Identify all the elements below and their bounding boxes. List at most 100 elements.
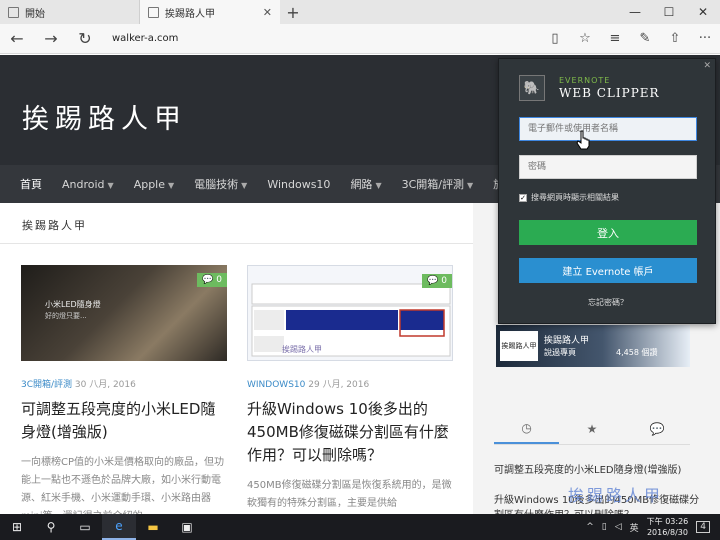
banner-title: 挨踢路人甲 <box>544 336 590 346</box>
close-icon[interactable]: ✕ <box>703 61 711 71</box>
forward-button[interactable]: → <box>34 24 68 54</box>
windows-taskbar: ⊞ ⚲ ▭ e ▬ ▣ ^ ▯ ◁ 英 下午 03:26 2016/8/30 4 <box>0 514 720 540</box>
tab-label: 開始 <box>25 8 45 20</box>
comment-count: 0 <box>216 275 222 285</box>
caret-down-icon: ▼ <box>466 181 474 190</box>
nav-label: Android <box>62 177 105 191</box>
post-category[interactable]: WINDOWS10 <box>247 380 305 390</box>
email-field[interactable] <box>519 117 697 141</box>
create-account-button[interactable]: 建立 Evernote 帳戶 <box>519 258 697 283</box>
more-icon[interactable]: ··· <box>690 31 720 46</box>
web-note-icon[interactable]: ✎ <box>630 31 660 46</box>
nav-item-apple[interactable]: Apple ▼ <box>134 178 174 191</box>
site-title[interactable]: 挨踢路人甲 <box>22 97 187 136</box>
file-explorer-icon[interactable]: ▬ <box>136 514 170 540</box>
refresh-button[interactable]: ↻ <box>68 24 102 54</box>
comment-icon: 💬 <box>202 275 214 285</box>
comment-count-badge[interactable]: 💬 0 <box>422 274 452 288</box>
caret-down-icon: ▼ <box>168 180 175 190</box>
search-icon[interactable]: ⚲ <box>34 514 68 540</box>
post-category[interactable]: 3C開箱/評測 <box>21 380 72 390</box>
nav-label: Apple <box>133 177 166 191</box>
nav-label: 3C開箱/評測 <box>401 178 464 191</box>
comments-tab-icon[interactable]: 💬 <box>625 413 690 444</box>
volume-icon[interactable]: ◁ <box>615 522 622 532</box>
nav-item-network[interactable]: 網路 ▼ <box>350 176 381 192</box>
related-results-checkbox[interactable]: ✓ <box>519 193 527 202</box>
clock-date: 2016/8/30 <box>646 528 688 537</box>
browser-tab-bar: 開始 挨踢路人甲 ✕ + — ☐ ✕ <box>0 0 720 24</box>
window-controls: — ☐ ✕ <box>618 0 720 24</box>
close-tab-icon[interactable]: ✕ <box>263 6 272 19</box>
tab-start[interactable]: 開始 <box>0 0 140 24</box>
evernote-elephant-icon: 🐘 <box>519 75 545 101</box>
main-content: 挨踢路人甲 小米LED隨身燈 好的燈只要... 💬 0 3C開箱/評測 30 八… <box>0 203 473 514</box>
post-title[interactable]: 可調整五段亮度的小米LED隨身燈(增強版) <box>21 398 227 444</box>
notification-count: 4 <box>700 522 706 532</box>
post-card: 小米LED隨身燈 好的燈只要... 💬 0 3C開箱/評測 30 八月, 201… <box>21 265 227 514</box>
thumbnail-watermark: 挨踢路人甲 <box>282 345 322 354</box>
divider <box>0 243 473 244</box>
hub-icon[interactable]: ≡ <box>600 31 630 46</box>
forgot-password-link[interactable]: 忘記密碼？ <box>499 297 717 308</box>
banner-like-label: 說過專頁 <box>544 348 576 357</box>
address-field[interactable]: walker-a.com <box>112 33 540 44</box>
hand-cursor-icon <box>576 130 590 150</box>
nav-item-computer[interactable]: 電腦技術 ▼ <box>194 176 247 192</box>
store-icon[interactable]: ▣ <box>170 514 204 540</box>
tab-walker-a[interactable]: 挨踢路人甲 ✕ <box>140 0 280 24</box>
new-tab-button[interactable]: + <box>280 0 306 24</box>
nav-item-home[interactable]: 首頁 <box>20 176 42 192</box>
post-meta: WINDOWS10 29 八月, 2016 <box>247 377 453 390</box>
post-thumbnail[interactable]: 小米LED隨身燈 好的燈只要... 💬 0 <box>21 265 227 361</box>
address-toolbar: ← → ↻ walker-a.com ▯ ☆ ≡ ✎ ⇧ ··· <box>0 24 720 54</box>
maximize-button[interactable]: ☐ <box>652 0 686 24</box>
chevron-up-icon[interactable]: ^ <box>586 522 594 532</box>
network-icon[interactable]: ▯ <box>602 522 607 532</box>
page-icon <box>148 6 159 18</box>
comment-count-badge[interactable]: 💬 0 <box>197 273 227 287</box>
share-icon[interactable]: ⇧ <box>660 31 690 46</box>
post-excerpt: 450MB修復磁碟分割區是恢復系統用的，是微軟獨有的特殊分割區，主要是供給 <box>247 480 452 509</box>
caret-down-icon: ▼ <box>107 180 114 190</box>
popular-tab-star-icon[interactable]: ★ <box>559 413 624 444</box>
comment-count: 0 <box>441 276 447 286</box>
minimize-button[interactable]: — <box>618 0 652 24</box>
facebook-page-banner[interactable]: 挨踢路人甲 挨踢路人甲 說過專頁 4,458 個讚 <box>496 325 690 367</box>
post-title[interactable]: 升級Windows 10後多出的450MB修復磁碟分割區有什麼作用？可以刪除嗎？ <box>247 398 453 467</box>
favorite-star-icon[interactable]: ☆ <box>570 31 600 46</box>
post-thumbnail[interactable]: 挨踢路人甲 💬 0 <box>247 265 453 361</box>
post-card: 挨踢路人甲 💬 0 WINDOWS10 29 八月, 2016 升級Window… <box>247 265 453 513</box>
password-field[interactable] <box>519 155 697 179</box>
close-window-button[interactable]: ✕ <box>686 0 720 24</box>
edge-browser-icon[interactable]: e <box>102 514 136 540</box>
watermark: 挨踢路人甲 <box>568 486 664 505</box>
login-button[interactable]: 登入 <box>519 220 697 245</box>
back-button[interactable]: ← <box>0 24 34 54</box>
checkbox-label: 搜尋網頁時顯示相關結果 <box>531 193 619 202</box>
nav-item-windows10[interactable]: Windows10 <box>267 178 330 191</box>
ime-icon[interactable]: 英 <box>630 521 639 534</box>
windows-start-icon[interactable]: ⊞ <box>0 514 34 540</box>
page-icon <box>8 6 19 18</box>
task-view-icon[interactable]: ▭ <box>68 514 102 540</box>
thumbnail-caption: 小米LED隨身燈 <box>45 300 101 309</box>
related-results-option[interactable]: ✓ 搜尋網頁時顯示相關結果 <box>519 192 619 203</box>
clock-time: 下午 03:26 <box>646 517 689 526</box>
sidebar-post-link[interactable]: 可調整五段亮度的小米LED隨身燈(增強版) <box>494 461 704 476</box>
clipper-brand: EVERNOTE <box>559 76 611 85</box>
evernote-clipper-panel: ✕ 🐘 EVERNOTE WEB CLIPPER ✓ 搜尋網頁時顯示相關結果 登… <box>498 58 716 324</box>
post-date: 30 八月, 2016 <box>74 380 136 390</box>
taskbar-clock[interactable]: 下午 03:26 2016/8/30 <box>647 516 689 538</box>
breadcrumb[interactable]: 挨踢路人甲 <box>22 217 87 233</box>
screen: 開始 挨踢路人甲 ✕ + — ☐ ✕ ← → ↻ walker-a.com ▯ … <box>0 0 720 540</box>
nav-item-android[interactable]: Android ▼ <box>62 178 114 191</box>
nav-label: 網路 <box>350 178 373 191</box>
nav-item-3c[interactable]: 3C開箱/評測 ▼ <box>402 176 474 192</box>
tab-label: 挨踢路人甲 <box>165 8 215 20</box>
recent-tab-clock-icon[interactable]: ◷ <box>494 413 560 444</box>
reading-view-icon[interactable]: ▯ <box>540 31 570 46</box>
thumbnail-caption: 好的燈只要... <box>45 312 87 320</box>
clipper-name: WEB CLIPPER <box>559 86 660 100</box>
notification-center-icon[interactable]: 4 <box>696 521 710 533</box>
